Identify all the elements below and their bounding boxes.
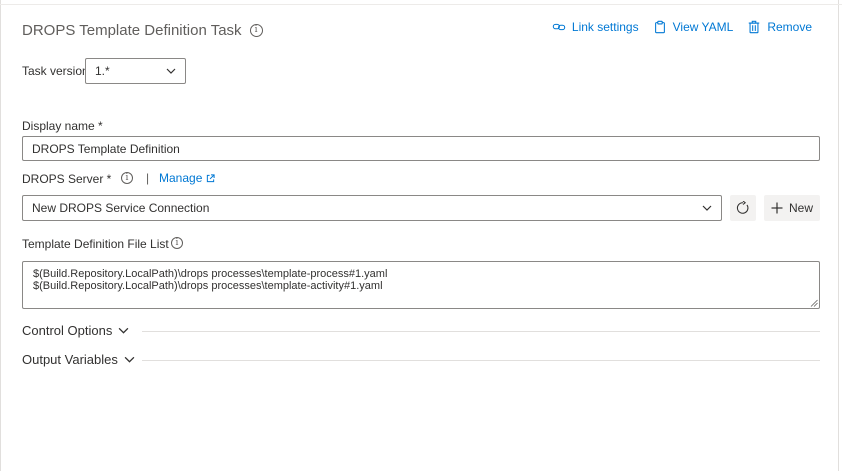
display-name-input[interactable]: DROPS Template Definition [22, 136, 820, 161]
view-yaml-label: View YAML [672, 20, 734, 34]
link-settings-label: Link settings [571, 20, 639, 34]
trash-icon [749, 20, 760, 34]
panel-right-border [838, 0, 839, 471]
drops-server-value: New DROPS Service Connection [32, 201, 210, 215]
template-file-list-label: Template Definition File List [22, 237, 169, 251]
output-variables-label: Output Variables [22, 352, 118, 367]
template-file-list-textarea[interactable]: $(Build.Repository.LocalPath)\drops proc… [22, 261, 820, 309]
info-icon[interactable]: i [171, 237, 183, 249]
task-panel: DROPS Template Definition Task i Link se… [0, 0, 842, 471]
display-name-value: DROPS Template Definition [32, 141, 180, 156]
refresh-icon [736, 201, 749, 214]
manage-label: Manage [159, 171, 203, 185]
panel-top-border [0, 4, 842, 5]
control-options-label: Control Options [22, 323, 113, 338]
chevron-down-icon [702, 205, 712, 211]
refresh-button[interactable] [730, 195, 756, 221]
resize-handle-icon[interactable] [810, 299, 818, 307]
link-icon [552, 23, 566, 31]
output-variables-toggle[interactable]: Output Variables [22, 352, 135, 367]
chevron-down-icon [124, 356, 135, 363]
section-divider [142, 331, 820, 332]
chevron-down-icon [166, 68, 176, 74]
external-link-icon [207, 173, 215, 182]
panel-left-border [0, 0, 1, 471]
info-icon[interactable]: i [249, 24, 263, 37]
drops-server-select[interactable]: New DROPS Service Connection [22, 195, 722, 221]
section-divider [142, 360, 820, 361]
clipboard-icon [654, 20, 665, 34]
info-icon[interactable]: i [121, 172, 133, 184]
manage-link[interactable]: Manage [159, 171, 215, 185]
control-options-toggle[interactable]: Control Options [22, 323, 129, 338]
separator: | [146, 171, 150, 185]
task-version-label: Task version [22, 64, 89, 78]
page-title: DROPS Template Definition Task [22, 22, 242, 39]
link-settings-button[interactable]: Link settings [552, 20, 639, 34]
file-list-line: $(Build.Repository.LocalPath)\drops proc… [33, 280, 383, 292]
task-version-select[interactable]: 1.* [85, 58, 186, 84]
display-name-label: Display name * [22, 119, 103, 133]
remove-button[interactable]: Remove [747, 20, 812, 34]
view-yaml-button[interactable]: View YAML [653, 20, 734, 34]
chevron-down-icon [118, 327, 129, 334]
new-connection-label: New [788, 201, 813, 215]
drops-server-label: DROPS Server * [22, 172, 112, 186]
task-version-value: 1.* [95, 64, 110, 78]
remove-label: Remove [767, 20, 812, 34]
page-title-row: DROPS Template Definition Task i [22, 22, 263, 39]
header-actions: Link settings View YAML Remove [552, 20, 812, 34]
file-list-line: $(Build.Repository.LocalPath)\drops proc… [33, 268, 388, 280]
plus-icon [771, 202, 783, 214]
new-connection-button[interactable]: New [764, 195, 820, 221]
